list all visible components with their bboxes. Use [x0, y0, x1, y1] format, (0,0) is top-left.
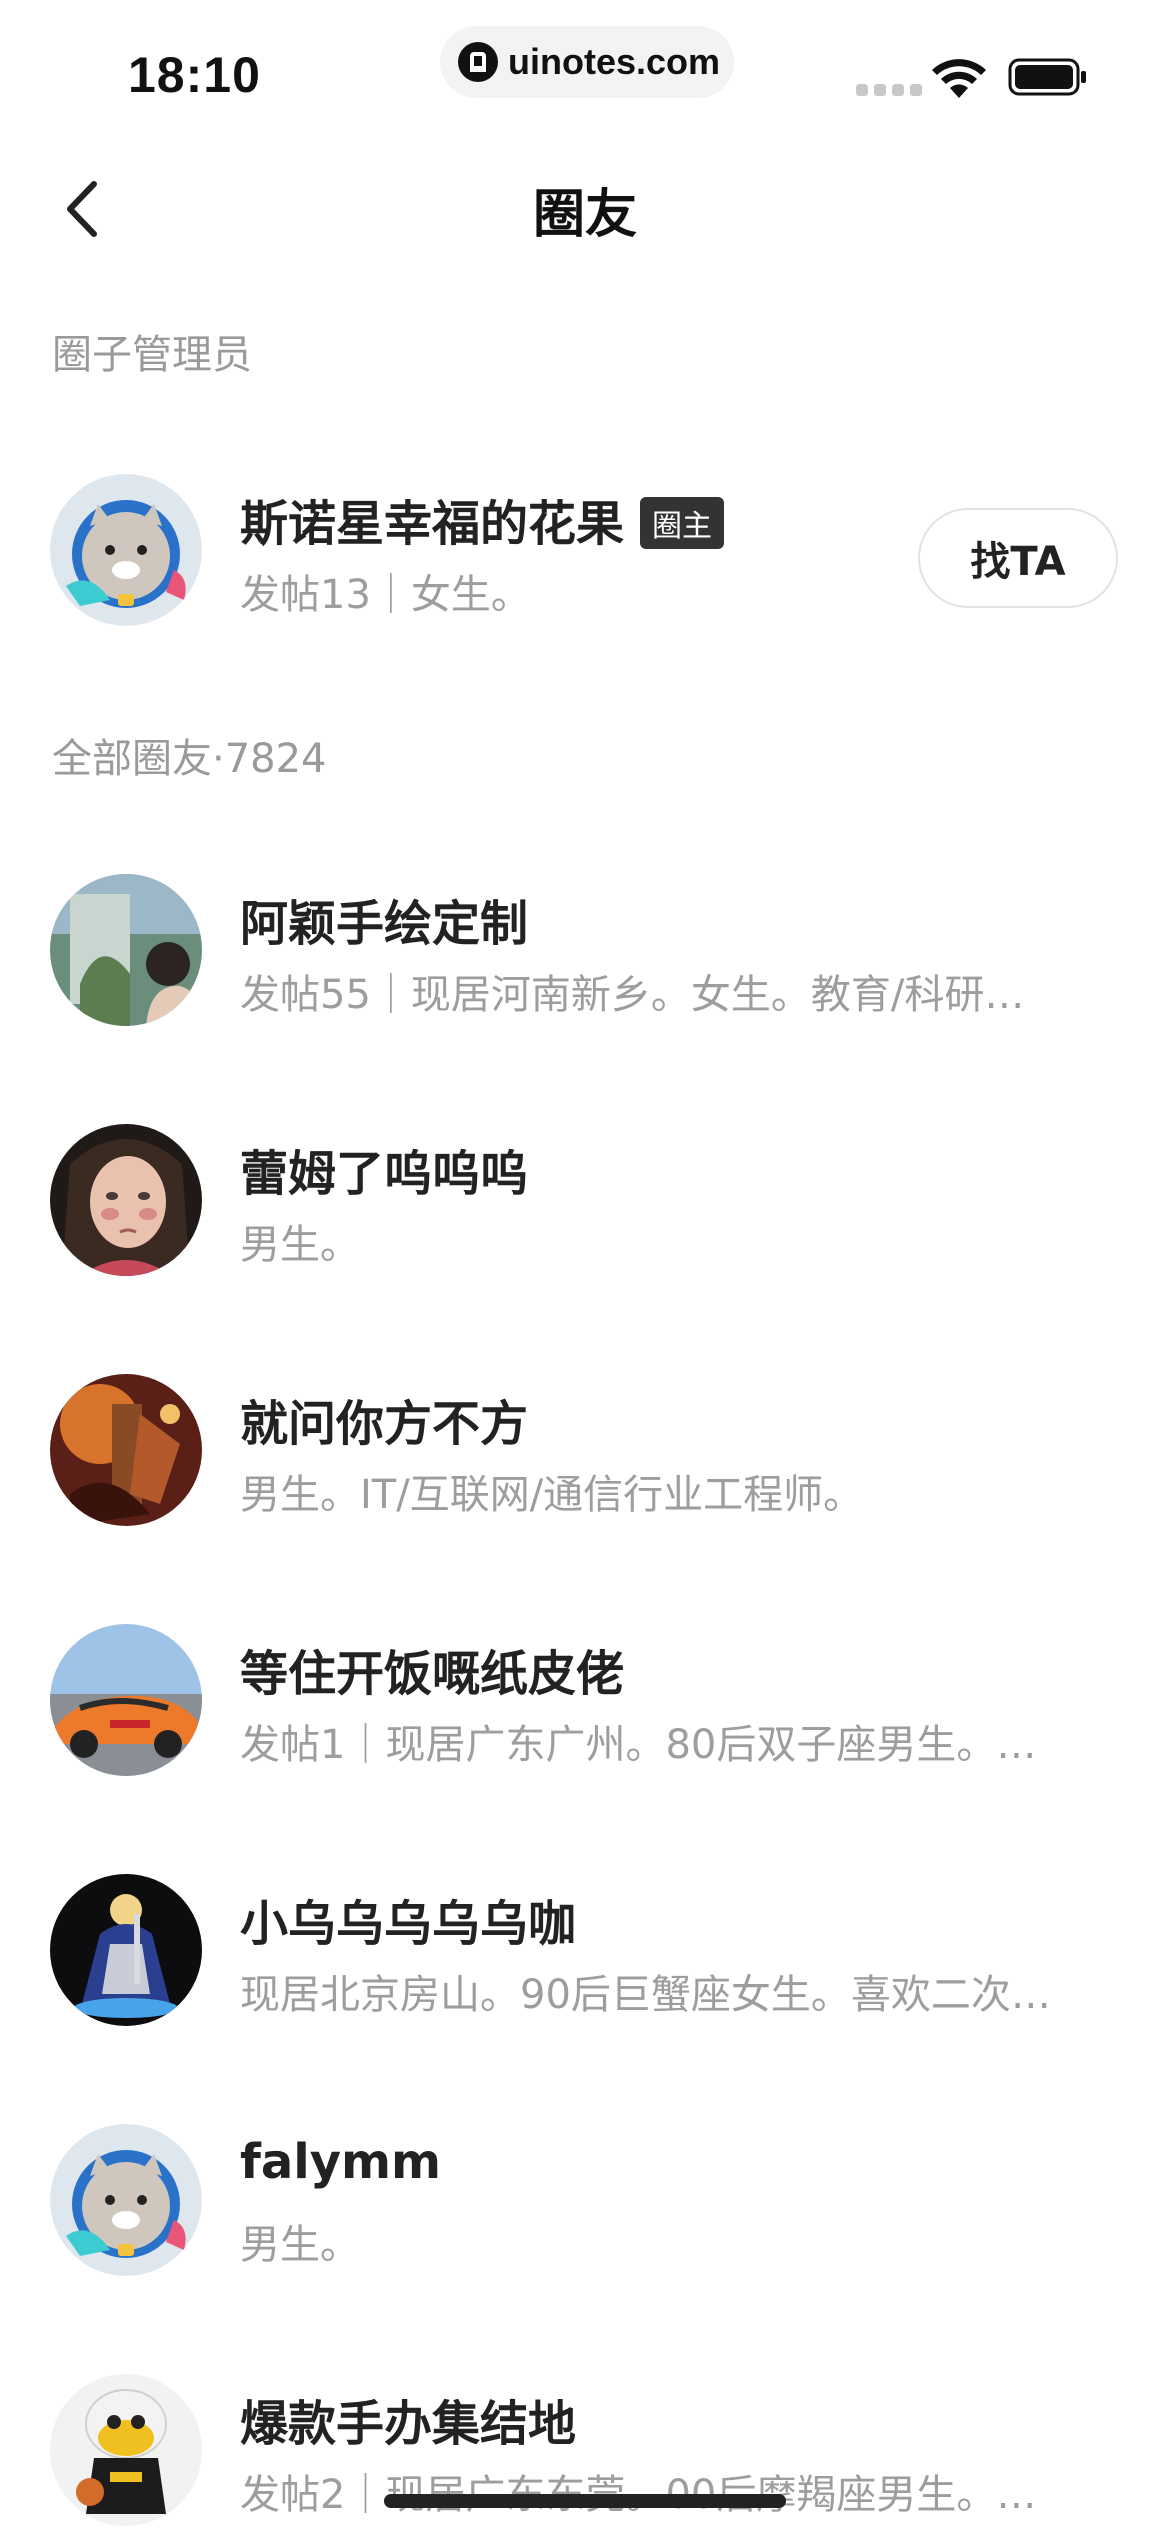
list-item[interactable]: falymm 男生。: [0, 2116, 1170, 2286]
member-name: falymm: [240, 2134, 442, 2190]
admin-row[interactable]: 斯诺星幸福的花果 圈主 发帖13｜女生。 找TA: [0, 466, 1170, 636]
list-item[interactable]: 等住开饭嘅纸皮佬 发帖1｜现居广东广州。80后双子座男生。…: [0, 1616, 1170, 1786]
wifi-icon: [932, 59, 986, 98]
page-title: 圈友: [532, 185, 637, 245]
status-time: 18:10: [128, 47, 261, 103]
owner-badge: 圈主: [640, 497, 725, 549]
member-desc: 男生。: [240, 1222, 360, 1268]
member-name: 就问你方不方: [240, 1396, 529, 1452]
admin-name-text: 斯诺星幸福的花果: [240, 496, 625, 552]
url-pill[interactable]: uinotes.com: [440, 26, 734, 98]
status-bar: 18:10 uinotes.com: [0, 0, 1170, 140]
member-name: 小乌乌乌乌乌咖: [240, 1896, 577, 1952]
list-item[interactable]: 蕾姆了呜呜呜 男生。: [0, 1116, 1170, 1286]
signal-icon: [856, 84, 922, 96]
home-indicator: [384, 2494, 786, 2508]
member-desc: 发帖55｜现居河南新乡。女生。教育/科研…: [240, 972, 1025, 1018]
member-desc: 现居北京房山。90后巨蟹座女生。喜欢二次…: [240, 1972, 1051, 2018]
list-item[interactable]: 小乌乌乌乌乌咖 现居北京房山。90后巨蟹座女生。喜欢二次…: [0, 1866, 1170, 2036]
avatar: [50, 2374, 202, 2526]
avatar: [50, 1624, 202, 1776]
avatar: [50, 1124, 202, 1276]
member-name: 阿颖手绘定制: [240, 896, 529, 952]
site-icon: [458, 42, 498, 82]
members-header: 全部圈友·7824: [52, 736, 327, 782]
admins-header: 圈子管理员: [52, 332, 252, 378]
member-desc: 男生。: [240, 2222, 360, 2268]
member-desc: 发帖2｜现居广东东莞。00后摩羯座男生。…: [240, 2462, 1120, 2520]
battery-icon: [1008, 58, 1086, 96]
avatar: [50, 474, 202, 626]
nav-bar: 圈友: [0, 150, 1170, 270]
member-desc: 男生。IT/互联网/通信行业工程师。: [240, 1472, 864, 1518]
find-ta-button[interactable]: 找TA: [918, 508, 1118, 608]
avatar: [50, 1374, 202, 1526]
avatar: [50, 2124, 202, 2276]
member-name: 斯诺星幸福的花果 圈主: [240, 484, 725, 554]
avatar: [50, 1874, 202, 2026]
member-name: 爆款手办集结地: [240, 2396, 577, 2452]
member-desc: 发帖1｜现居广东广州。80后双子座男生。…: [240, 1722, 1037, 1768]
url-text: uinotes.com: [508, 41, 721, 82]
list-item[interactable]: 阿颖手绘定制 发帖55｜现居河南新乡。女生。教育/科研…: [0, 866, 1170, 1036]
member-name: 等住开饭嘅纸皮佬: [240, 1646, 625, 1702]
list-item[interactable]: 就问你方不方 男生。IT/互联网/通信行业工程师。: [0, 1366, 1170, 1536]
list-item[interactable]: 爆款手办集结地 发帖2｜现居广东东莞。00后摩羯座男生。…: [0, 2366, 1170, 2536]
avatar: [50, 874, 202, 1026]
member-name: 蕾姆了呜呜呜: [240, 1146, 529, 1202]
